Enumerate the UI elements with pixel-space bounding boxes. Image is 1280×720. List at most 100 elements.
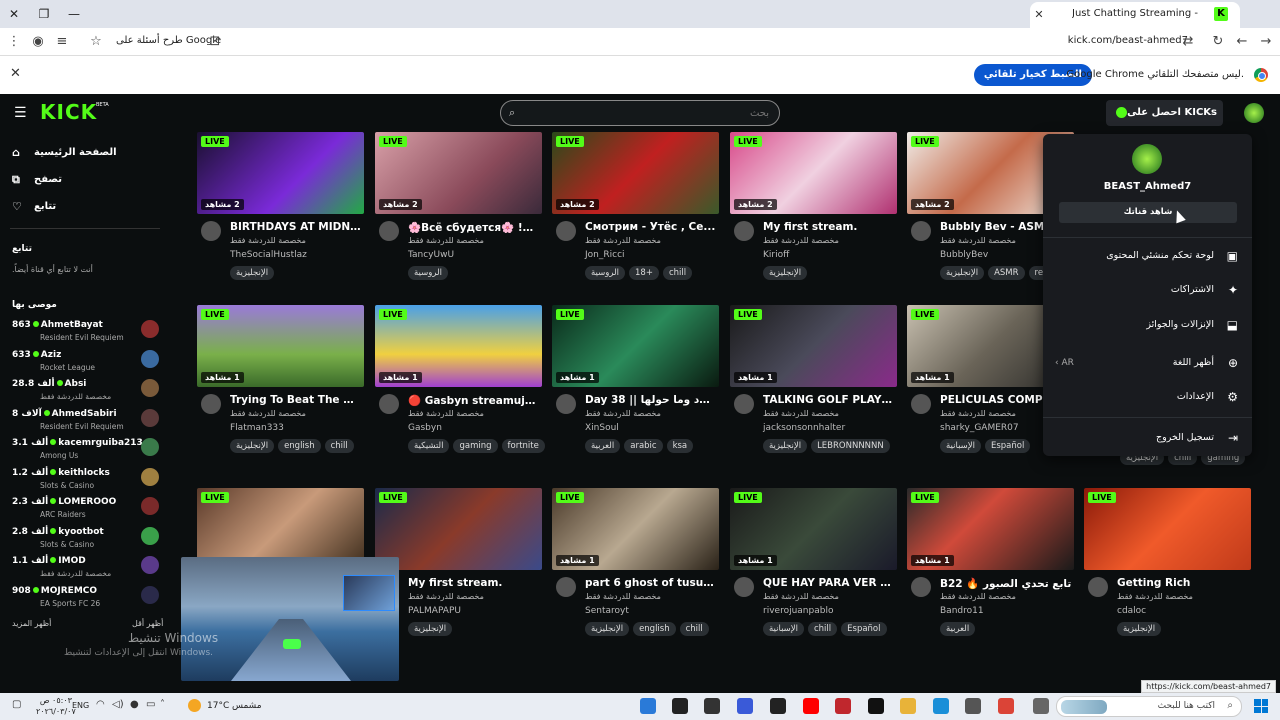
stream-thumbnail[interactable]: LIVE 2 مشاهد (375, 132, 542, 214)
stream-title[interactable]: Trying To Beat The Or... (230, 394, 362, 406)
channel-name[interactable]: PALMAPAPU (408, 606, 461, 616)
user-avatar[interactable] (1244, 103, 1264, 123)
back-icon[interactable]: → (1256, 32, 1276, 52)
stream-category[interactable]: مخصصة للدردشة فقط (585, 236, 661, 245)
recommended-channel[interactable]: 3.1 ألف kacemrguiba213 Among Us (10, 436, 160, 464)
stream-thumbnail[interactable]: LIVE 1 مشاهد (907, 488, 1074, 570)
stream-thumbnail[interactable]: LIVE 1 مشاهد (375, 305, 542, 387)
tag[interactable]: الإنجليزية (408, 622, 453, 636)
settings-icon[interactable] (965, 698, 981, 714)
youtube-icon[interactable] (803, 698, 819, 714)
stream-thumbnail[interactable]: LIVE 1 مشاهد (197, 305, 364, 387)
avatar[interactable] (201, 221, 221, 241)
tag[interactable]: Español (841, 622, 887, 636)
stream-title[interactable]: 🌸Всё сбудется🌸 !b... (408, 221, 540, 234)
show-more-link[interactable]: أظهر المزيد (12, 619, 51, 628)
recommended-channel[interactable]: 28.8 ألف Absi مخصصة للدردشة فقط (10, 377, 160, 405)
menu-item-dashboard[interactable]: ▣ لوحة تحكم منشئي المحتوى (1043, 243, 1252, 269)
epic-games-icon[interactable] (770, 698, 786, 714)
tag[interactable]: chill (324, 439, 354, 453)
capcut-icon[interactable] (868, 698, 884, 714)
channel-name[interactable]: XinSoul (585, 423, 619, 433)
tag[interactable]: fortnite (501, 439, 545, 453)
stream-title[interactable]: part 6 ghost of tusush... (585, 577, 717, 589)
volume-icon[interactable]: ◁) (112, 699, 124, 710)
avatar[interactable] (201, 394, 221, 414)
tag[interactable]: الإنجليزية (1117, 622, 1162, 636)
sidebar-item-browse[interactable]: ⧉ تصفح (10, 169, 160, 191)
forward-icon[interactable]: ← (1232, 32, 1252, 52)
avatar[interactable] (911, 394, 931, 414)
recommended-channel[interactable]: 2.3 ألف LOMEROOO ARC Raiders (10, 495, 160, 523)
tag[interactable]: الإنجليزية (940, 266, 985, 280)
stream-thumbnail[interactable]: LIVE 2 مشاهد (197, 132, 364, 214)
menu-item-gear[interactable]: ⚙ الإعدادات (1043, 384, 1252, 410)
avatar[interactable] (734, 577, 754, 597)
stream-category[interactable]: مخصصة للدردشة فقط (230, 409, 306, 418)
weather-condition[interactable]: مشمس (232, 701, 262, 711)
mic-icon[interactable]: ● (130, 699, 139, 710)
stream-card[interactable]: LIVE My first stream. مخصصة للدردشة فقط PAL… (375, 488, 542, 636)
stream-card[interactable]: LIVE 1 مشاهد 🔴 Gasbyn streamuje ... مخصصة ل… (375, 305, 545, 453)
tag[interactable]: الإنجليزية (763, 439, 808, 453)
tag[interactable]: arabic (624, 439, 663, 453)
avatar[interactable] (734, 394, 754, 414)
stream-category[interactable]: مخصصة للدردشة فقط (940, 236, 1016, 245)
stream-card[interactable]: LIVE 1 مشاهد TALKING GOLF PLAYI... مخصصة لل… (730, 305, 897, 453)
tag[interactable]: gaming (453, 439, 498, 453)
stream-card[interactable]: LIVE 1 مشاهد Day 38 || البلاد وما حولها ..… (552, 305, 719, 453)
recommended-channel[interactable]: 1.2 ألف keithlocks Slots & Casino (10, 466, 160, 494)
stream-title[interactable]: QUE HAY PARA VER E... (763, 577, 895, 589)
stream-card[interactable]: LIVE 1 مشاهد B22 🔥 تابع تحدي الصبور مخصصة ل… (907, 488, 1074, 636)
tag[interactable]: التشيكية (408, 439, 450, 453)
stream-category[interactable]: مخصصة للدردشة فقط (408, 409, 484, 418)
tag[interactable]: الإسبانية (763, 622, 804, 636)
tag[interactable]: الإنجليزية (763, 266, 808, 280)
avatar[interactable] (556, 394, 576, 414)
stream-card[interactable]: LIVE 2 مشاهد BIRTHDAYS AT MIDNI... مخصصة لل… (197, 132, 364, 280)
menu-item-logout[interactable]: ⇥ تسجيل الخروج (1043, 425, 1252, 451)
avatar[interactable] (911, 221, 931, 241)
browser-tab[interactable]: ✕ Just Chatting Streaming - L K (1030, 2, 1240, 28)
temperature[interactable]: 17°C (207, 701, 229, 711)
tag[interactable]: الروسية (408, 266, 448, 280)
tag[interactable]: Español (984, 439, 1031, 453)
epic-games-icon[interactable] (672, 698, 688, 714)
kick-logo[interactable]: KICK (40, 100, 97, 124)
channel-name[interactable]: Gasbyn (408, 423, 442, 433)
stream-category[interactable]: مخصصة للدردشة فقط (940, 409, 1016, 418)
stream-title[interactable]: B22 🔥 تابع تحدي الصبور (940, 577, 1072, 590)
tag[interactable]: english (633, 622, 676, 636)
avatar[interactable] (379, 394, 399, 414)
channel-name[interactable]: riverojuanpablo (763, 606, 833, 616)
tag[interactable]: الإنجليزية (230, 439, 275, 453)
tag[interactable]: LEBRONNNNNN (811, 439, 890, 453)
sun-icon[interactable] (188, 699, 201, 712)
avatar[interactable] (556, 221, 576, 241)
channel-name[interactable]: jacksonsonnhalter (763, 423, 845, 433)
stream-card[interactable]: LIVE 2 مشاهد My first stream. مخصصة للدردشة… (730, 132, 897, 280)
close-icon[interactable]: ✕ (10, 66, 21, 81)
windows-start-icon[interactable] (1254, 699, 1268, 713)
channel-name[interactable]: TancyUwU (408, 250, 454, 260)
avatar[interactable] (911, 577, 931, 597)
tag[interactable]: الإنجليزية (230, 266, 275, 280)
recommended-channel[interactable]: 1.1 ألف IMOD مخصصة للدردشة فقط (10, 554, 160, 582)
tag[interactable]: 18+ (629, 266, 659, 280)
channel-name[interactable]: TheSocialHustlaz (230, 250, 307, 260)
menu-item-sparkle[interactable]: ✦ الاشتراكات (1043, 277, 1252, 303)
tray-chevron-icon[interactable]: ˄ (160, 699, 165, 710)
sidebar-item-home[interactable]: ⌂ الصفحة الرئيسية (10, 142, 160, 164)
stream-card[interactable]: LIVE 1 مشاهد Trying To Beat The Or... مخصصة… (197, 305, 364, 453)
channel-name[interactable]: cdaloc (1117, 606, 1146, 616)
reload-icon[interactable]: ↻ (1208, 32, 1228, 52)
clock[interactable]: ٠٥:٠٣ ص ٢٠٢٦/٠٣/٠٧ (36, 695, 76, 717)
bookmark-star-icon[interactable]: ☆ (86, 32, 106, 52)
search-input[interactable] (529, 105, 769, 121)
stream-category[interactable]: مخصصة للدردشة فقط (763, 409, 839, 418)
recommended-channel[interactable]: 908 MOJREMCO EA Sports FC 26 (10, 584, 160, 612)
stream-title[interactable]: My first stream. (763, 221, 895, 233)
tag[interactable]: chill (807, 622, 838, 636)
channel-name[interactable]: sharky_GAMER07 (940, 423, 1019, 433)
close-tab-icon[interactable]: ✕ (1030, 6, 1048, 24)
